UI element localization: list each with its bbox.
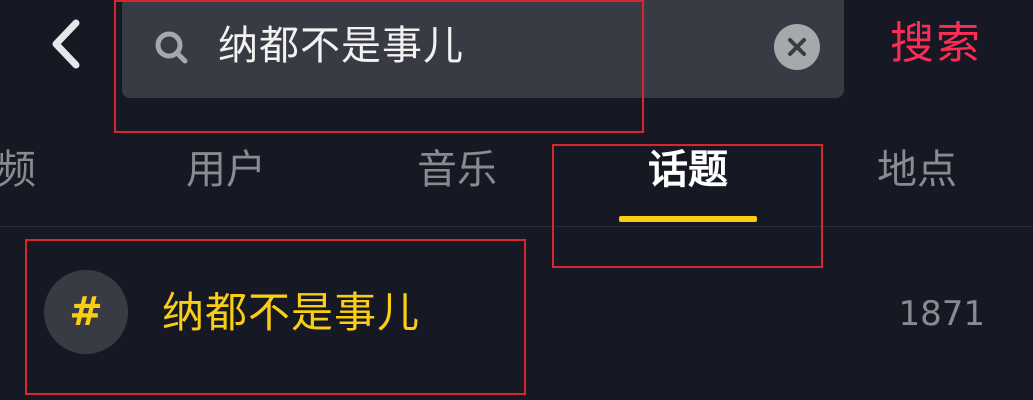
category-tabs: 频 用户 音乐 话题 地点 xyxy=(0,130,1033,227)
topic-title: 纳都不是事儿 xyxy=(162,288,421,337)
clear-search-button[interactable] xyxy=(774,24,820,70)
tab-music[interactable]: 音乐 xyxy=(417,142,497,198)
search-box[interactable]: 纳都不是事儿 xyxy=(122,0,844,98)
search-input[interactable]: 纳都不是事儿 xyxy=(218,18,464,74)
search-icon xyxy=(155,31,188,64)
hashtag-icon: # xyxy=(44,270,128,354)
back-button[interactable] xyxy=(40,14,90,74)
topic-result-row[interactable]: # 纳都不是事儿 1871 xyxy=(0,226,1033,400)
tab-topics[interactable]: 话题 xyxy=(648,142,728,198)
search-results-screen: 纳都不是事儿 搜索 频 用户 音乐 话题 地点 # 纳都不是事儿 1871 xyxy=(0,0,1033,400)
tab-video[interactable]: 频 xyxy=(0,142,36,198)
tab-places[interactable]: 地点 xyxy=(877,142,957,198)
topic-view-count: 1871 xyxy=(898,294,985,334)
active-tab-indicator xyxy=(619,216,757,222)
hashtag-glyph: # xyxy=(69,289,103,335)
search-submit-button[interactable]: 搜索 xyxy=(890,14,982,74)
tab-users[interactable]: 用户 xyxy=(186,142,266,198)
back-icon xyxy=(52,19,80,69)
clear-icon xyxy=(788,38,806,56)
